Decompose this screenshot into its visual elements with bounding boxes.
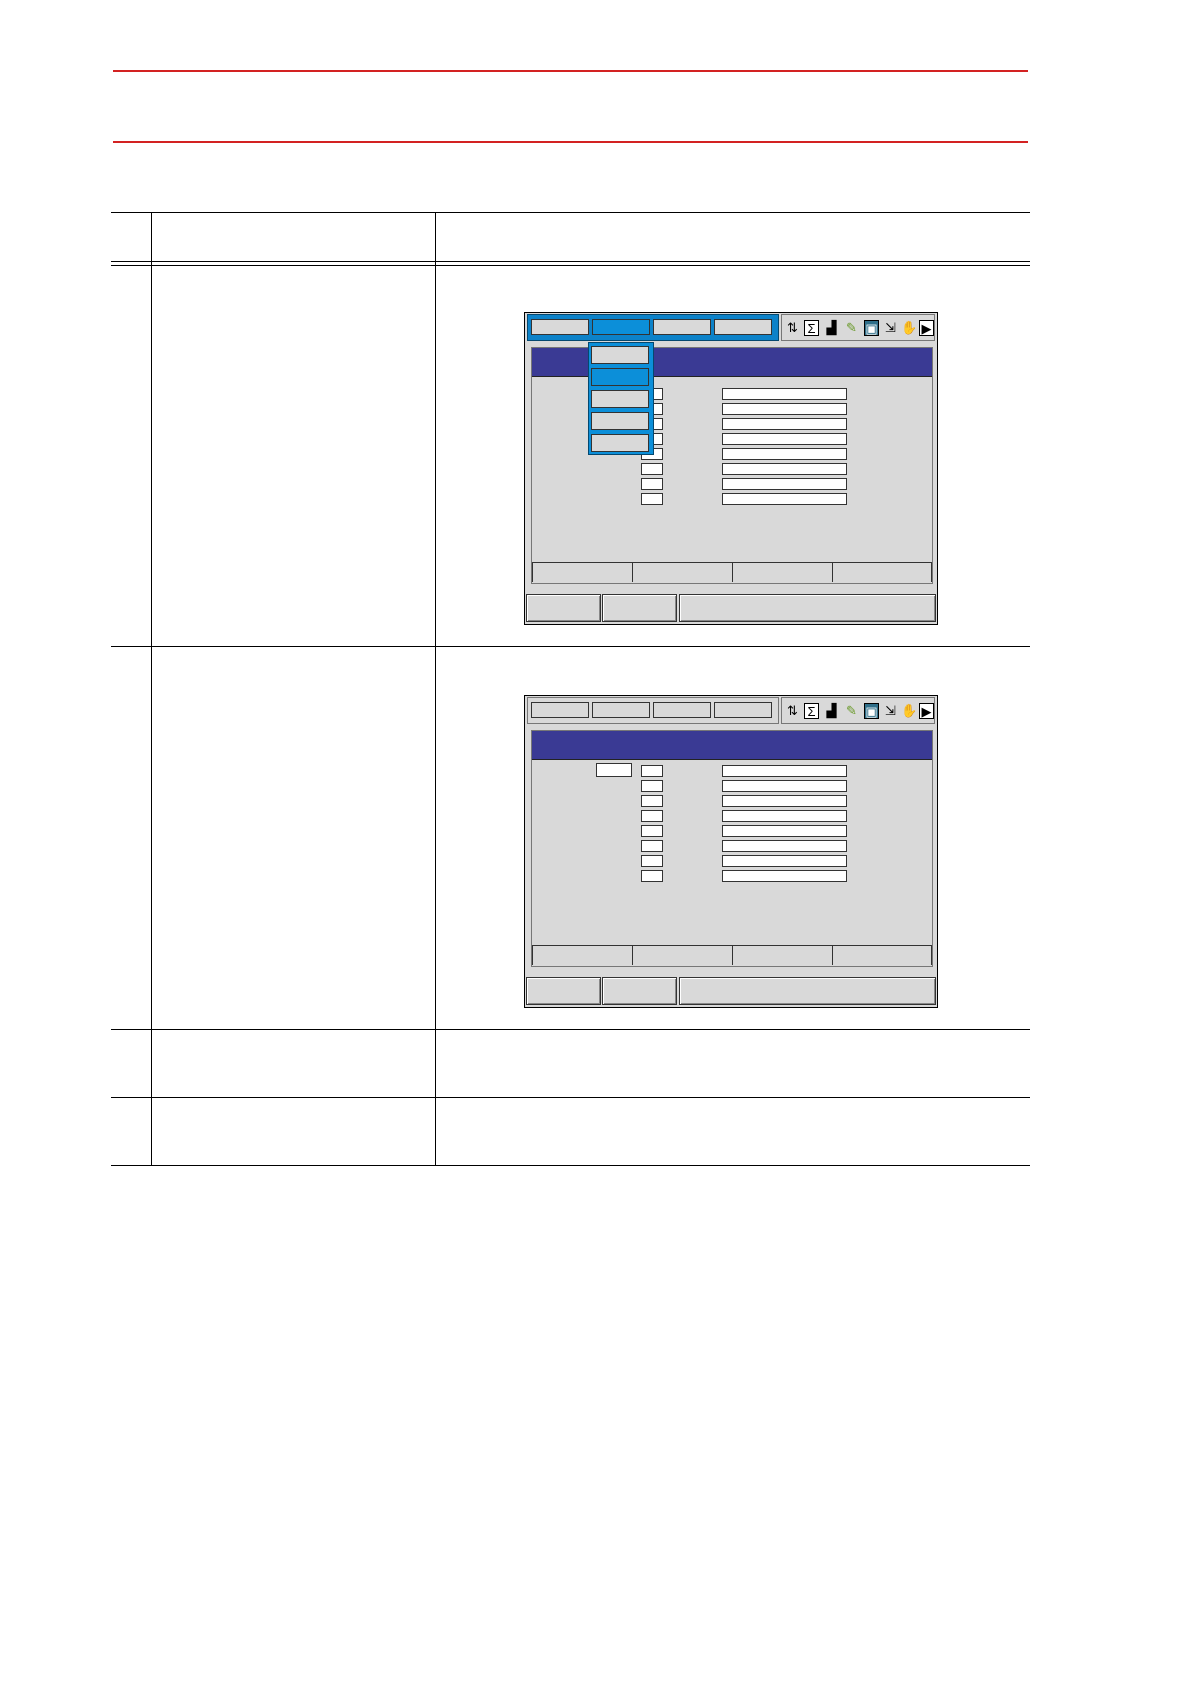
job-edit-icon: ⇅: [787, 703, 798, 718]
signal-icon: ▟: [826, 703, 837, 718]
function-key-2[interactable]: [632, 945, 733, 965]
text-field[interactable]: [722, 780, 847, 792]
function-key-4[interactable]: [832, 945, 932, 965]
pulldown-item-2[interactable]: [591, 368, 649, 386]
text-field[interactable]: [722, 810, 847, 822]
storage-icon: ▣: [864, 703, 879, 719]
window-title-bar: [532, 731, 932, 760]
play-icon: ▶: [919, 703, 934, 719]
pendant-screen-menu-open: ⇅ Σ ▟ ✎ ▣ ⇲ ✋ ▶: [524, 312, 938, 625]
text-field[interactable]: [722, 418, 847, 430]
function-key-1[interactable]: [532, 562, 633, 582]
pulldown-item-4[interactable]: [591, 412, 649, 430]
text-field[interactable]: [722, 493, 847, 505]
play-icon: ▶: [919, 320, 934, 336]
table-top-border: [111, 212, 1030, 213]
signal-icon: ▟: [826, 320, 837, 335]
text-field[interactable]: [722, 463, 847, 475]
table-bottom-border: [111, 1165, 1030, 1166]
message-area: [679, 977, 936, 1005]
row-divider-2: [111, 1029, 1030, 1030]
sigma-icon: Σ: [804, 320, 819, 336]
menu-tab-4[interactable]: [714, 702, 772, 718]
menu-tab-3[interactable]: [653, 702, 711, 718]
value-box[interactable]: [641, 810, 663, 822]
hand-icon: ✋: [901, 703, 918, 718]
function-key-2[interactable]: [632, 562, 733, 582]
simple-menu-button[interactable]: [602, 977, 677, 1005]
pulldown-item-3[interactable]: [591, 390, 649, 408]
function-key-bar: [532, 945, 932, 966]
bottom-bar: [525, 593, 937, 624]
cursor-field[interactable]: [596, 763, 632, 777]
storage-icon: ▣: [864, 320, 879, 336]
text-field[interactable]: [722, 403, 847, 415]
function-key-4[interactable]: [832, 562, 932, 582]
value-box[interactable]: [641, 780, 663, 792]
pendant-screen-menu-closed: ⇅ Σ ▟ ✎ ▣ ⇲ ✋ ▶: [524, 695, 938, 1008]
text-field[interactable]: [722, 825, 847, 837]
status-icon-bar: ⇅ Σ ▟ ✎ ▣ ⇲ ✋ ▶: [781, 697, 935, 724]
status-icon-bar: ⇅ Σ ▟ ✎ ▣ ⇲ ✋ ▶: [781, 314, 935, 341]
value-box[interactable]: [641, 855, 663, 867]
function-key-3[interactable]: [732, 945, 833, 965]
value-box[interactable]: [641, 825, 663, 837]
value-box[interactable]: [641, 478, 663, 490]
text-field[interactable]: [722, 448, 847, 460]
hand-icon: ✋: [901, 320, 918, 335]
text-field[interactable]: [722, 478, 847, 490]
value-box[interactable]: [641, 795, 663, 807]
main-menu-bar: [527, 314, 779, 341]
menu-tab-2[interactable]: [592, 702, 650, 718]
header-divider-1: [111, 261, 1030, 262]
column-divider-1: [151, 212, 152, 1165]
menu-tab-3[interactable]: [653, 319, 711, 335]
menu-tab-4[interactable]: [714, 319, 772, 335]
main-display-area: [531, 730, 933, 967]
job-edit-icon: ⇅: [787, 320, 798, 335]
function-key-bar: [532, 562, 932, 583]
text-field[interactable]: [722, 840, 847, 852]
menu-tab-1[interactable]: [531, 702, 589, 718]
main-menu-bar: [527, 697, 779, 724]
sigma-icon: Σ: [804, 703, 819, 719]
main-menu-button[interactable]: [526, 594, 601, 622]
text-field[interactable]: [722, 433, 847, 445]
function-key-3[interactable]: [732, 562, 833, 582]
tool-icon: ✎: [846, 320, 857, 335]
row-divider-3: [111, 1097, 1030, 1098]
header-divider-2: [111, 265, 1030, 266]
value-box[interactable]: [641, 870, 663, 882]
header-rule-top: [113, 70, 1028, 72]
text-field[interactable]: [722, 765, 847, 777]
value-box[interactable]: [641, 493, 663, 505]
text-field[interactable]: [722, 870, 847, 882]
tool-icon: ✎: [846, 703, 857, 718]
bottom-bar: [525, 976, 937, 1007]
pulldown-item-1[interactable]: [591, 346, 649, 364]
value-box[interactable]: [641, 840, 663, 852]
main-menu-button[interactable]: [526, 977, 601, 1005]
text-field[interactable]: [722, 855, 847, 867]
pulldown-item-5[interactable]: [591, 434, 649, 452]
value-box[interactable]: [641, 765, 663, 777]
menu-tab-1[interactable]: [531, 319, 589, 335]
value-box[interactable]: [641, 463, 663, 475]
text-field[interactable]: [722, 795, 847, 807]
pulldown-menu: [588, 342, 654, 455]
function-key-1[interactable]: [532, 945, 633, 965]
row-divider-1: [111, 646, 1030, 647]
header-rule-bottom: [113, 141, 1028, 143]
menu-tab-2[interactable]: [592, 319, 650, 335]
export-icon: ⇲: [885, 703, 896, 718]
message-area: [679, 594, 936, 622]
export-icon: ⇲: [885, 320, 896, 335]
text-field[interactable]: [722, 388, 847, 400]
simple-menu-button[interactable]: [602, 594, 677, 622]
column-divider-2: [435, 212, 436, 1165]
